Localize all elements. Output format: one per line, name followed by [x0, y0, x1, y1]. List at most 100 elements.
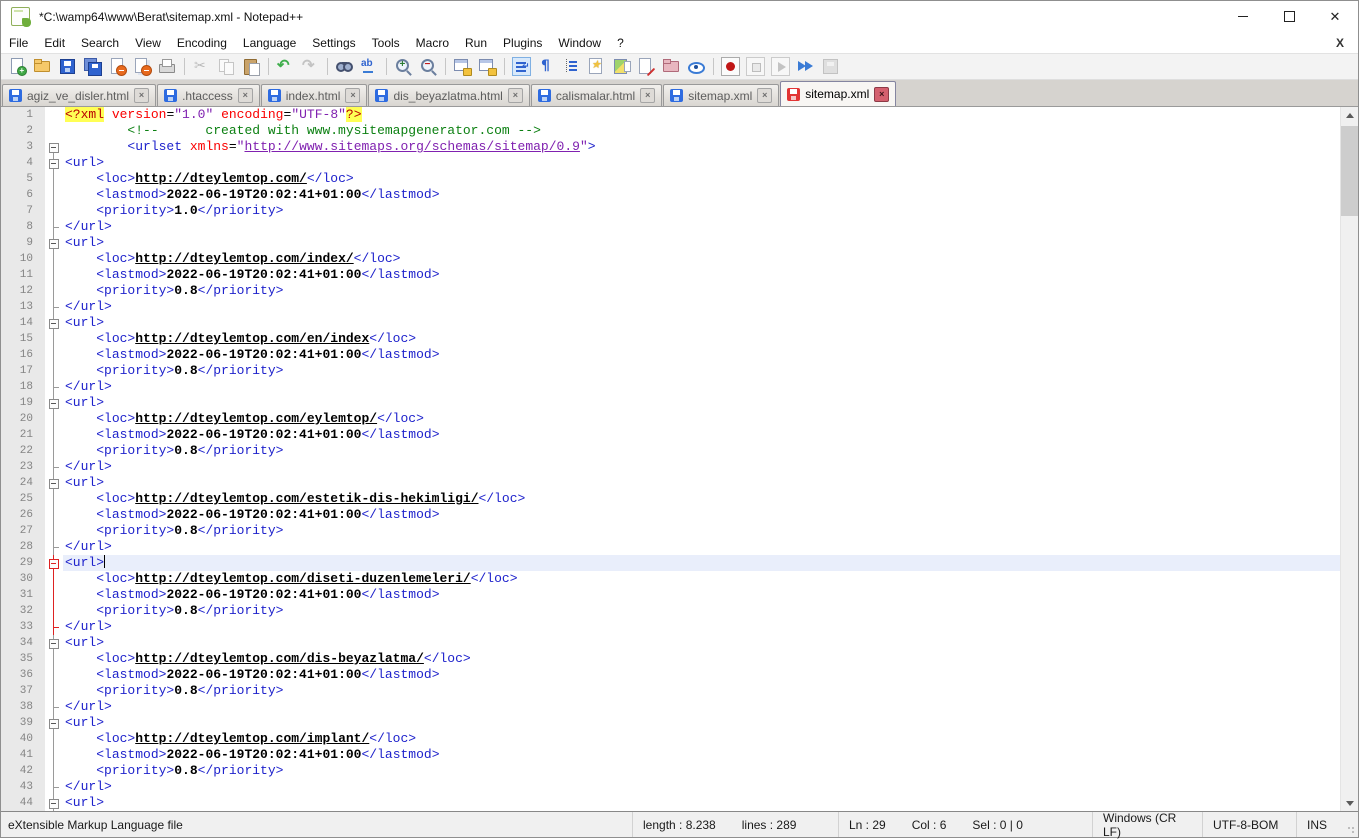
sync-v-icon[interactable] — [453, 57, 472, 76]
code-line-text[interactable]: <lastmod>2022-06-19T20:02:41+01:00</last… — [63, 507, 1341, 523]
code-line-text[interactable]: </url> — [63, 539, 1341, 555]
fold-toggle-icon[interactable] — [49, 319, 59, 329]
tab-index-html[interactable]: index.html× — [261, 84, 368, 106]
code-line-text[interactable]: <loc>http://dteylemtop.com/implant/</loc… — [63, 731, 1341, 747]
code-line[interactable]: 18</url> — [1, 379, 1341, 395]
code-line-text[interactable]: <url> — [63, 635, 1341, 651]
code-line[interactable]: 3 <urlset xmlns="http://www.sitemaps.org… — [1, 139, 1341, 155]
code-line[interactable]: 16 <lastmod>2022-06-19T20:02:41+01:00</l… — [1, 347, 1341, 363]
code-line-text[interactable]: <url> — [63, 715, 1341, 731]
code-line-text[interactable]: <priority>0.8</priority> — [63, 443, 1341, 459]
tab-close-icon[interactable]: × — [874, 87, 889, 102]
tab-close-icon[interactable]: × — [345, 88, 360, 103]
tab-close-icon[interactable]: × — [238, 88, 253, 103]
copy-icon[interactable] — [217, 57, 236, 76]
code-line[interactable]: 6 <lastmod>2022-06-19T20:02:41+01:00</la… — [1, 187, 1341, 203]
code-line[interactable]: 43</url> — [1, 779, 1341, 795]
code-line-text[interactable]: <loc>http://dteylemtop.com/eylemtop/</lo… — [63, 411, 1341, 427]
tab-sitemap-xml[interactable]: sitemap.xml× — [663, 84, 779, 106]
code-line[interactable]: 14<url> — [1, 315, 1341, 331]
menu-file[interactable]: File — [1, 34, 36, 52]
macro-record-icon[interactable] — [721, 57, 740, 76]
code-line[interactable]: 26 <lastmod>2022-06-19T20:02:41+01:00</l… — [1, 507, 1341, 523]
tab-close-icon[interactable]: × — [508, 88, 523, 103]
monitoring-icon[interactable] — [687, 57, 706, 76]
code-line-text[interactable]: <lastmod>2022-06-19T20:02:41+01:00</last… — [63, 667, 1341, 683]
fold-toggle-icon[interactable] — [49, 399, 59, 409]
tab-close-icon[interactable]: × — [640, 88, 655, 103]
editor-area[interactable]: 1<?xml version="1.0" encoding="UTF-8"?>2… — [1, 106, 1358, 811]
code-line-text[interactable]: </url> — [63, 619, 1341, 635]
sync-h-icon[interactable] — [478, 57, 497, 76]
menu-plugins[interactable]: Plugins — [495, 34, 550, 52]
code-line[interactable]: 31 <lastmod>2022-06-19T20:02:41+01:00</l… — [1, 587, 1341, 603]
code-line[interactable]: 1<?xml version="1.0" encoding="UTF-8"?> — [1, 107, 1341, 123]
code-line-text[interactable]: <?xml version="1.0" encoding="UTF-8"?> — [63, 107, 1341, 123]
menu-search[interactable]: Search — [73, 34, 127, 52]
code-line-text[interactable]: <url> — [63, 555, 1341, 571]
menu-encoding[interactable]: Encoding — [169, 34, 235, 52]
open-icon[interactable] — [33, 57, 52, 76]
tab-close-icon[interactable]: × — [134, 88, 149, 103]
code-line[interactable]: 2 <!-- created with www.mysitemapgenerat… — [1, 123, 1341, 139]
menu-edit[interactable]: Edit — [36, 34, 73, 52]
code-line[interactable]: 20 <loc>http://dteylemtop.com/eylemtop/<… — [1, 411, 1341, 427]
macro-play-icon[interactable] — [771, 57, 790, 76]
tab-sitemap-xml[interactable]: sitemap.xml× — [780, 81, 896, 106]
code-line[interactable]: 39<url> — [1, 715, 1341, 731]
udl-dialog-icon[interactable] — [587, 57, 606, 76]
code-line-text[interactable]: <lastmod>2022-06-19T20:02:41+01:00</last… — [63, 347, 1341, 363]
tab-agiz-ve-disler-html[interactable]: agiz_ve_disler.html× — [2, 84, 156, 106]
status-encoding[interactable]: UTF-8-BOM — [1202, 812, 1296, 837]
code-line-text[interactable]: <lastmod>2022-06-19T20:02:41+01:00</last… — [63, 747, 1341, 763]
code-line[interactable]: 28</url> — [1, 539, 1341, 555]
menu-bar-close-x[interactable]: X — [1322, 36, 1358, 50]
code-line-text[interactable]: <priority>0.8</priority> — [63, 523, 1341, 539]
code-line[interactable]: 13</url> — [1, 299, 1341, 315]
code-line[interactable]: 11 <lastmod>2022-06-19T20:02:41+01:00</l… — [1, 267, 1341, 283]
code-line-text[interactable]: <lastmod>2022-06-19T20:02:41+01:00</last… — [63, 187, 1341, 203]
tab-dis-beyazlatma-html[interactable]: dis_beyazlatma.html× — [368, 84, 529, 106]
code-line-text[interactable]: <priority>0.8</priority> — [63, 683, 1341, 699]
code-line-text[interactable]: <!-- created with www.mysitemapgenerator… — [63, 123, 1341, 139]
code-line-text[interactable]: </url> — [63, 219, 1341, 235]
menu-help[interactable]: ? — [609, 34, 632, 52]
code-line[interactable]: 9<url> — [1, 235, 1341, 251]
code-line-text[interactable]: <lastmod>2022-06-19T20:02:41+01:00</last… — [63, 427, 1341, 443]
scroll-down-arrow[interactable] — [1341, 794, 1358, 811]
code-line-text[interactable]: <priority>1.0</priority> — [63, 203, 1341, 219]
code-line[interactable]: 7 <priority>1.0</priority> — [1, 203, 1341, 219]
menu-run[interactable]: Run — [457, 34, 495, 52]
menu-window[interactable]: Window — [550, 34, 609, 52]
tab-calismalar-html[interactable]: calismalar.html× — [531, 84, 662, 106]
code-line[interactable]: 23</url> — [1, 459, 1341, 475]
minimize-button[interactable] — [1220, 1, 1266, 32]
code-line-text[interactable]: </url> — [63, 379, 1341, 395]
doc-map-icon[interactable] — [612, 57, 631, 76]
fold-toggle-icon[interactable] — [49, 143, 59, 153]
close-icon[interactable] — [108, 57, 127, 76]
fold-toggle-icon[interactable] — [49, 719, 59, 729]
save-all-icon[interactable] — [83, 57, 102, 76]
zoom-out-icon[interactable] — [419, 57, 438, 76]
code-line-text[interactable]: <priority>0.8</priority> — [63, 363, 1341, 379]
save-icon[interactable] — [58, 57, 77, 76]
code-line[interactable]: 29<url> — [1, 555, 1341, 571]
new-icon[interactable] — [8, 57, 27, 76]
code-line-text[interactable]: <url> — [63, 235, 1341, 251]
menu-language[interactable]: Language — [235, 34, 304, 52]
print-icon[interactable] — [158, 57, 177, 76]
code-line[interactable]: 41 <lastmod>2022-06-19T20:02:41+01:00</l… — [1, 747, 1341, 763]
scroll-up-arrow[interactable] — [1341, 107, 1358, 124]
show-all-chars-icon[interactable] — [537, 57, 556, 76]
macro-run-multiple-icon[interactable] — [796, 57, 815, 76]
code-line-text[interactable]: <lastmod>2022-06-19T20:02:41+01:00</last… — [63, 267, 1341, 283]
code-line-text[interactable]: <lastmod>2022-06-19T20:02:41+01:00</last… — [63, 587, 1341, 603]
code-line-text[interactable]: <url> — [63, 795, 1341, 811]
tab-close-icon[interactable]: × — [757, 88, 772, 103]
code-line[interactable]: 5 <loc>http://dteylemtop.com/</loc> — [1, 171, 1341, 187]
menu-view[interactable]: View — [127, 34, 169, 52]
maximize-button[interactable] — [1266, 1, 1312, 32]
paste-icon[interactable] — [242, 57, 261, 76]
code-line[interactable]: 30 <loc>http://dteylemtop.com/diseti-duz… — [1, 571, 1341, 587]
